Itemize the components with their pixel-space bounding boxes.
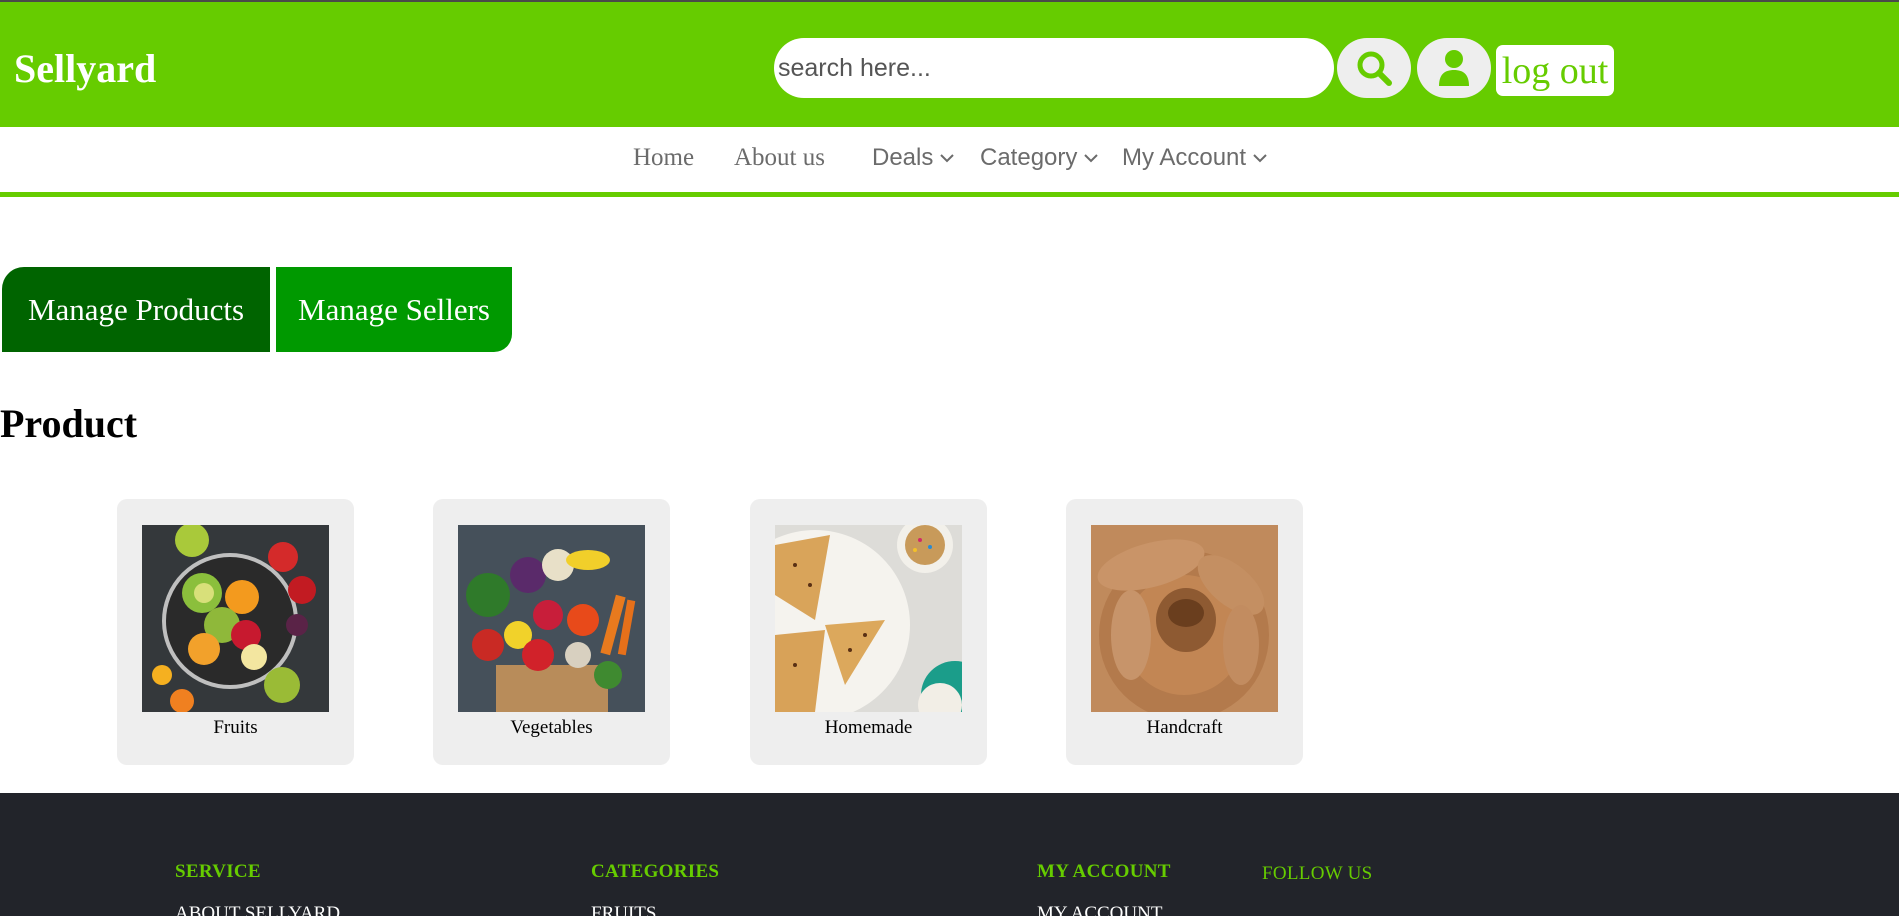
chevron-down-icon [1084, 154, 1099, 163]
footer-link-my-account[interactable]: MY ACCOUNT [1037, 903, 1162, 916]
logout-button[interactable]: log out [1496, 45, 1614, 96]
top-header: Sellyard log out [0, 0, 1899, 127]
main-nav: Home About us Deals Category My Account [0, 127, 1899, 197]
nav-item-category[interactable]: Category [980, 143, 1099, 173]
category-card-fruits[interactable]: Fruits [117, 499, 354, 765]
nav-item-home[interactable]: Home [633, 143, 694, 173]
chevron-down-icon [940, 154, 955, 163]
section-title: Product [0, 401, 138, 446]
account-button[interactable] [1417, 38, 1491, 98]
nav-item-label: Category [980, 144, 1078, 171]
chevron-down-icon [1253, 154, 1267, 163]
nav-item-label: Deals [872, 144, 934, 171]
category-card-handcraft[interactable]: Handcraft [1066, 499, 1303, 765]
footer-heading-service: SERVICE [175, 861, 261, 882]
nav-item-deals[interactable]: Deals [872, 143, 955, 173]
footer-heading-my-account: MY ACCOUNT [1037, 861, 1171, 882]
search-button[interactable] [1337, 38, 1411, 98]
nav-item-label: About us [734, 144, 825, 171]
manage-products-button[interactable]: Manage Products [2, 267, 270, 352]
footer-link-about-sellyard[interactable]: ABOUT SELLYARD [175, 903, 340, 916]
user-icon [1439, 50, 1469, 86]
handcraft-image [1091, 525, 1278, 712]
nav-item-label: Home [633, 144, 695, 171]
category-card-vegetables[interactable]: Vegetables [433, 499, 670, 765]
nav-item-about-us[interactable]: About us [734, 143, 825, 173]
category-label: Vegetables [510, 717, 593, 738]
nav-item-my-account[interactable]: My Account [1122, 143, 1268, 173]
nav-item-label: My Account [1122, 144, 1247, 171]
category-label: Fruits [213, 717, 258, 738]
footer-link-fruits[interactable]: FRUITS [591, 903, 656, 916]
homemade-image [775, 525, 962, 712]
brand-logo[interactable]: Sellyard [14, 46, 156, 92]
vegetables-image [458, 525, 645, 712]
fruits-image [142, 525, 329, 712]
search-icon [1357, 51, 1392, 86]
footer-heading-categories: CATEGORIES [591, 861, 720, 882]
search-input[interactable] [774, 38, 1334, 98]
manage-sellers-button[interactable]: Manage Sellers [276, 267, 512, 352]
category-card-homemade[interactable]: Homemade [750, 499, 987, 765]
footer-heading-follow-us: FOLLOW US [1262, 863, 1373, 884]
category-label: Homemade [824, 717, 913, 738]
category-label: Handcraft [1146, 717, 1223, 738]
footer: SERVICE ABOUT SELLYARD CATEGORIES FRUITS… [0, 793, 1899, 916]
